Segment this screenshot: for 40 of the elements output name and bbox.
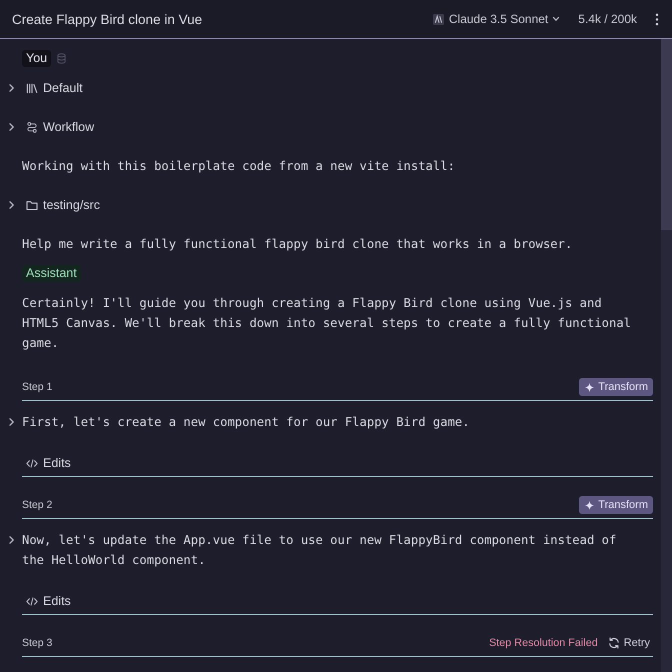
step-summary-toggle[interactable]: Now, let's update the App.vue file to use our new FlappyBird component instead of the HelloWorld component. bbox=[8, 530, 640, 570]
folder-icon bbox=[26, 200, 38, 210]
context-toggle[interactable]: Default bbox=[8, 78, 83, 98]
step-summary-toggle[interactable]: First, let's create a new component for our Flappy Bird game. bbox=[8, 412, 470, 432]
more-menu-icon[interactable] bbox=[655, 12, 659, 26]
chevron-right-icon bbox=[8, 83, 15, 93]
sparkle-icon bbox=[585, 382, 594, 392]
step-status: Step Resolution Failed bbox=[489, 637, 598, 649]
sparkle-icon bbox=[585, 500, 594, 510]
step-label: Step 3 bbox=[22, 637, 52, 649]
scrollbar-thumb[interactable] bbox=[661, 39, 672, 230]
edits-toggle[interactable]: Edits bbox=[22, 453, 71, 473]
model-logo-icon bbox=[432, 14, 444, 24]
step-label: Step 1 bbox=[22, 381, 52, 393]
context-toggle[interactable]: Workflow bbox=[8, 117, 94, 137]
message-text: Working with this boilerplate code from a new vite install: bbox=[22, 158, 456, 175]
message-text: Certainly! I'll guide you through creating a Flappy Bird clone using Vue.js and HTML5 Canvas. We'll break this down into several steps to create a fully functional game. bbox=[22, 295, 632, 352]
code-icon bbox=[26, 596, 38, 606]
transform-button[interactable]: Transform bbox=[579, 496, 653, 514]
code-icon bbox=[26, 458, 38, 468]
sender-label: Assistant bbox=[22, 265, 81, 282]
chevron-right-icon bbox=[8, 200, 15, 210]
refresh-icon bbox=[608, 637, 620, 649]
transform-button[interactable]: Transform bbox=[579, 378, 653, 396]
folder-toggle[interactable]: testing/src bbox=[8, 195, 100, 215]
database-icon bbox=[57, 53, 66, 64]
chevron-right-icon bbox=[8, 122, 15, 132]
token-count: 5.4k / 200k bbox=[578, 12, 637, 26]
edits-toggle[interactable]: Edits bbox=[22, 591, 71, 611]
sender-label: You bbox=[22, 50, 52, 67]
chat-title: Create Flappy Bird clone in Vue bbox=[12, 12, 204, 26]
step-label: Step 2 bbox=[22, 499, 52, 511]
retry-button[interactable]: Retry bbox=[608, 637, 650, 649]
model-selector[interactable]: Claude 3.5 Sonnet bbox=[432, 12, 560, 26]
book-stack-icon bbox=[26, 82, 38, 94]
chevron-down-icon bbox=[552, 16, 560, 22]
message-text: Help me write a fully functional flappy bird clone that works in a browser. bbox=[22, 236, 574, 253]
chevron-right-icon bbox=[8, 535, 15, 545]
workflow-icon bbox=[26, 122, 38, 132]
chevron-right-icon bbox=[8, 417, 15, 427]
